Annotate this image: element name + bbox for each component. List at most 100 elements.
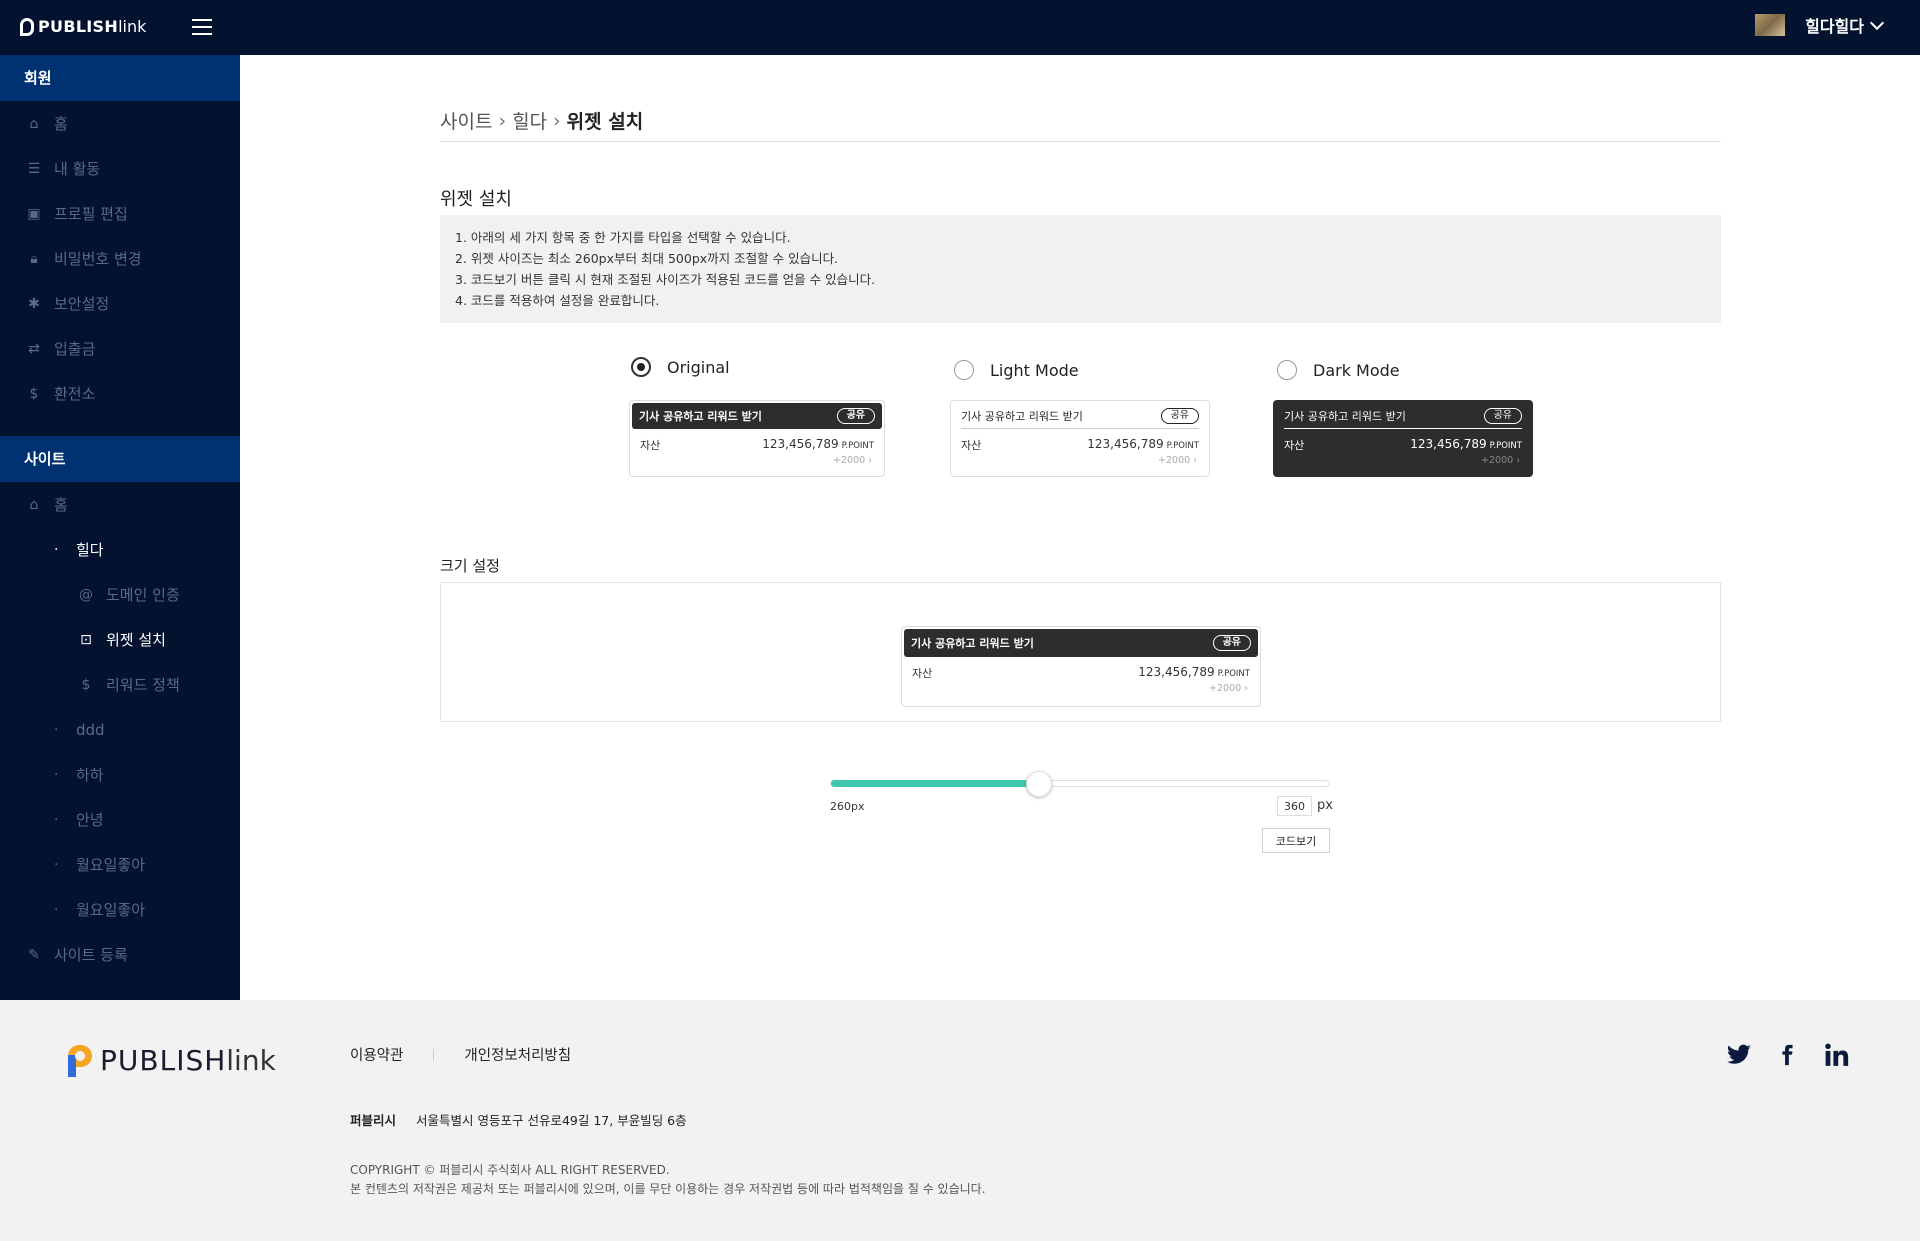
user-menu[interactable]: 힐다힐다 [1755,13,1885,37]
widget-title: 기사 공유하고 리워드 받기 [639,410,762,423]
mode-option-light[interactable]: Light Mode [954,360,1079,380]
asset-unit: P.POINT [1217,669,1250,679]
sidebar-item-monday-2[interactable]: · 월요일좋아 [0,887,240,932]
size-slider[interactable] [830,771,1330,797]
company-name: 퍼블리시 [350,1113,397,1128]
share-button[interactable]: 공유 [1212,635,1251,651]
mode-label-light: Light Mode [990,360,1079,380]
sidebar-item-site-home[interactable]: ⌂ 홈 [0,482,240,527]
asset-unit: P.POINT [1166,441,1199,451]
sidebar-item-security[interactable]: ✱ 보안설정 [0,281,240,326]
asset-amount: 123,456,789 [1410,437,1487,451]
widget-preview-original: 기사 공유하고 리워드 받기 공유 자산 123,456,789 P.POINT +2… [629,400,885,477]
reward-plus: +2000 › [833,455,872,466]
sidebar-section-member: 회원 [0,55,240,101]
footer-logo[interactable]: PUBLISH link [68,1044,276,1077]
sidebar-item-profile[interactable]: ▣ 프로필 편집 [0,191,240,236]
sidebar-item-label: 보안설정 [54,295,110,313]
sidebar-item-domain[interactable]: @ 도메인 인증 [0,572,240,617]
sidebar-item-transfer[interactable]: ⇄ 입출금 [0,326,240,371]
header-logo[interactable]: PUBLISH link [20,17,146,36]
mode-option-original[interactable]: Original [631,357,730,377]
exchange-icon: $ [29,385,39,402]
sidebar-item-label: 내 활동 [54,160,101,178]
asset-amount: 123,456,789 [1138,665,1215,679]
sidebar-item-ddd[interactable]: · ddd [0,707,240,752]
logo-text-bold: PUBLISH [38,17,119,36]
instructions-box: 1. 아래의 세 가지 항목 중 한 가지를 타입을 선택할 수 있습니다. 2… [440,215,1721,323]
logo-mark-icon [68,1044,92,1077]
sidebar-item-haha[interactable]: · 하하 [0,752,240,797]
transfer-icon: ⇄ [28,340,40,357]
size-px-input[interactable] [1277,796,1312,816]
reward-plus: +2000 › [1481,455,1520,466]
sidebar-item-reward[interactable]: $ 리워드 정책 [0,662,240,707]
logo-text-light: link [118,17,147,36]
mode-label-dark: Dark Mode [1313,360,1400,380]
edit-icon: ✎ [28,946,40,963]
sidebar-item-password[interactable]: 🔒︎ 비밀번호 변경 [0,236,240,281]
sidebar-item-site-register[interactable]: ✎ 사이트 등록 [0,932,240,977]
radio-original[interactable] [631,357,651,377]
asset-label: 자산 [912,667,933,680]
share-button[interactable]: 공유 [836,408,875,424]
sidebar-item-label: 힐다 [76,541,104,559]
sidebar-item-hilda[interactable]: · 힐다 [0,527,240,572]
instruction-line: 2. 위젯 사이즈는 최소 260px부터 최대 500px까지 조절할 수 있… [455,251,839,266]
sidebar-item-annyeong[interactable]: · 안녕 [0,797,240,842]
reward-plus: +2000 › [1209,683,1248,694]
copyright-notice: 본 컨텐츠의 저작권은 제공처 또는 퍼블리시에 있으며, 이를 무단 이용하는… [350,1182,986,1196]
sidebar-item-label: 홈 [54,496,68,514]
facebook-icon[interactable] [1776,1042,1798,1068]
sidebar-item-activity[interactable]: ☰ 내 활동 [0,146,240,191]
home-icon: ⌂ [29,496,39,513]
asset-label: 자산 [640,439,661,452]
share-button[interactable]: 공유 [1160,407,1199,424]
top-navbar: PUBLISH link 힐다힐다 [0,0,1920,55]
sidebar-item-widget[interactable]: ⊡ 위젯 설치 [0,617,240,662]
widget-preview-dark: 기사 공유하고 리워드 받기 공유 자산 123,456,789 P.POINT +2… [1273,400,1533,477]
radio-light[interactable] [954,360,974,380]
main-content: 사이트 › 힐다 › 위젯 설치 위젯 설치 1. 아래의 세 가지 항목 중 … [240,55,1920,1000]
sidebar-item-label: 월요일좋아 [76,901,146,919]
size-preview-box: 기사 공유하고 리워드 받기 공유 자산 123,456,789 P.POINT +2… [440,582,1721,722]
lock-icon: 🔒︎ [30,250,38,267]
view-code-button[interactable]: 코드보기 [1262,828,1330,853]
avatar [1755,14,1786,36]
instruction-line: 4. 코드를 적용하여 설정을 완료합니다. [455,293,660,308]
breadcrumb-separator-icon: › [498,109,507,132]
mode-option-dark[interactable]: Dark Mode [1277,360,1400,380]
radio-dark[interactable] [1277,360,1297,380]
footer-logo-text-bold: PUBLISH [100,1044,227,1077]
sidebar-item-label: ddd [76,720,105,739]
privacy-link[interactable]: 개인정보처리방침 [464,1044,571,1065]
linkedin-icon[interactable] [1824,1042,1850,1068]
widget-title: 기사 공유하고 리워드 받기 [911,637,1034,650]
instruction-line: 1. 아래의 세 가지 항목 중 한 가지를 타입을 선택할 수 있습니다. [455,230,791,245]
asset-unit: P.POINT [1489,441,1522,451]
breadcrumb-separator-icon: › [553,109,561,132]
footer-logo-text-light: link [226,1044,276,1077]
terms-link[interactable]: 이용약관 [350,1044,403,1065]
share-button[interactable]: 공유 [1483,407,1522,424]
footer: PUBLISH link 이용약관 개인정보처리방침 퍼블리시 서울특별시 영등포구… [0,1000,1920,1241]
divider [433,1048,435,1061]
sidebar-item-member-home[interactable]: ⌂ 홈 [0,101,240,146]
divider [440,141,1721,142]
breadcrumb-site[interactable]: 사이트 [440,107,492,134]
sidebar-item-label: 월요일좋아 [76,856,146,874]
sidebar-item-label: 하하 [76,766,104,784]
sidebar-item-exchange[interactable]: $ 환전소 [0,371,240,416]
twitter-icon[interactable] [1724,1042,1754,1068]
asset-unit: P.POINT [841,441,874,451]
address-text: 서울특별시 영등포구 선유로49길 17, 부윤빌딩 6층 [416,1113,687,1128]
sidebar-item-label: 입출금 [54,340,96,358]
size-slider-thumb[interactable] [1025,771,1052,797]
sidebar-section-site: 사이트 [0,436,240,482]
instruction-line: 3. 코드보기 버튼 클릭 시 현재 조절된 사이즈가 적용된 코드를 얻을 수… [455,272,876,287]
sidebar-item-monday-1[interactable]: · 월요일좋아 [0,842,240,887]
breadcrumb-hilda[interactable]: 힐다 [512,107,547,134]
widget-title: 기사 공유하고 리워드 받기 [961,409,1083,423]
menu-toggle-icon[interactable] [192,19,212,35]
widget-icon: ⊡ [80,631,92,648]
